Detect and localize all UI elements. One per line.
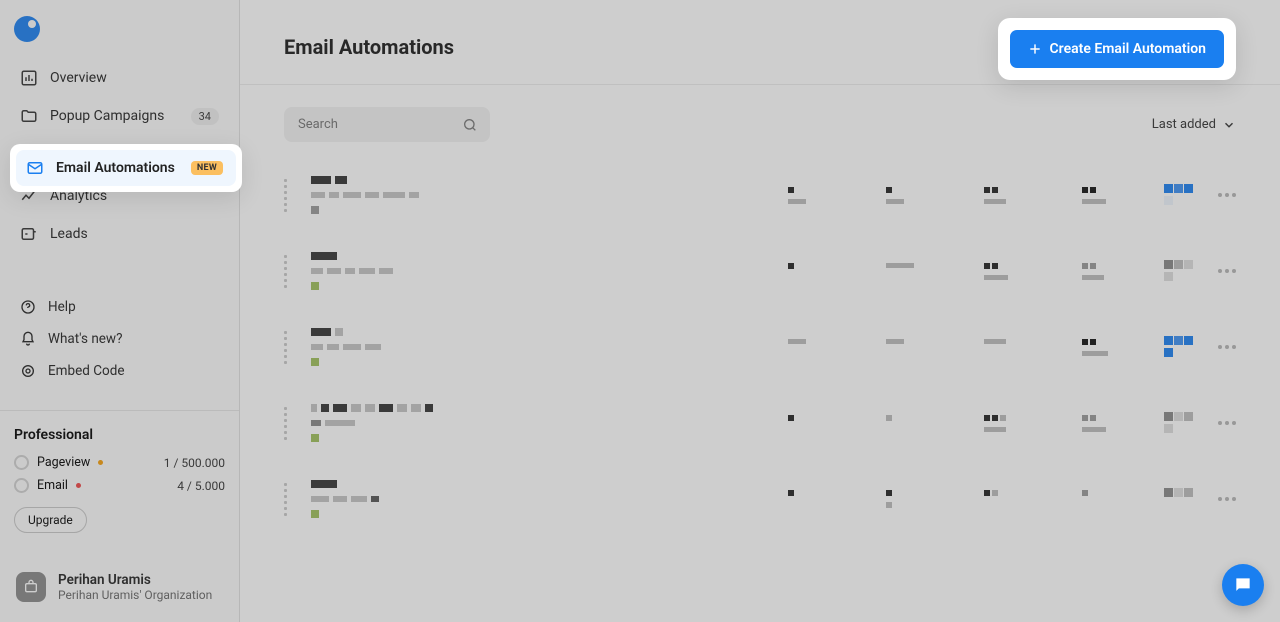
upgrade-button[interactable]: Upgrade xyxy=(14,507,87,533)
search-wrap xyxy=(284,107,490,142)
row-main xyxy=(311,176,764,214)
row-thumbnail xyxy=(1164,336,1194,358)
row-thumbnail xyxy=(1164,412,1194,434)
status-dot-icon xyxy=(76,483,81,488)
sort-label: Last added xyxy=(1152,117,1216,132)
search-input[interactable] xyxy=(284,107,490,142)
list-item[interactable] xyxy=(284,468,1236,530)
folder-icon xyxy=(20,107,38,125)
row-stats xyxy=(788,187,1140,204)
help-icon xyxy=(20,299,36,315)
plan-name: Professional xyxy=(14,427,225,443)
sidebar: Overview Popup Campaigns 34 Analytics Le… xyxy=(0,0,240,622)
create-button-label: Create Email Automation xyxy=(1050,41,1206,57)
user-name: Perihan Uramis xyxy=(58,572,212,588)
row-stats xyxy=(788,415,1140,432)
main-content: Email Automations Last added xyxy=(240,0,1280,622)
progress-circle-icon xyxy=(14,455,29,470)
sidebar-item-leads[interactable]: Leads xyxy=(10,216,229,252)
list-item[interactable] xyxy=(284,316,1236,378)
row-stats xyxy=(788,490,1140,508)
sidebar-item-email-automations[interactable]: Email Automations NEW xyxy=(16,150,236,186)
sidebar-item-help[interactable]: Help xyxy=(10,292,229,322)
plus-icon xyxy=(1028,42,1042,56)
plan-row-email: Email 4 / 5.000 xyxy=(14,478,225,493)
drag-handle-icon[interactable] xyxy=(284,331,287,364)
row-thumbnail xyxy=(1164,260,1194,282)
search-icon xyxy=(462,117,478,133)
plan-block: Professional Pageview 1 / 500.000 Email … xyxy=(0,427,239,533)
sort-dropdown[interactable]: Last added xyxy=(1152,117,1236,132)
user-org: Perihan Uramis' Organization xyxy=(58,588,212,602)
highlight-email-automations: Email Automations NEW xyxy=(10,144,242,192)
drag-handle-icon[interactable] xyxy=(284,179,287,212)
sidebar-item-embed-code[interactable]: Embed Code xyxy=(10,356,229,386)
sidebar-item-overview[interactable]: Overview xyxy=(10,60,229,96)
row-main xyxy=(311,328,764,366)
divider xyxy=(0,410,239,411)
target-icon xyxy=(20,363,36,379)
row-menu-icon[interactable] xyxy=(1218,421,1236,425)
highlight-create-button: Create Email Automation xyxy=(998,18,1236,80)
count-badge: 34 xyxy=(191,108,219,125)
row-thumbnail xyxy=(1164,488,1194,510)
row-menu-icon[interactable] xyxy=(1218,345,1236,349)
drag-handle-icon[interactable] xyxy=(284,255,287,288)
plan-row-count: 1 / 500.000 xyxy=(164,456,225,470)
avatar xyxy=(16,572,46,602)
automation-list xyxy=(240,154,1280,540)
bell-icon xyxy=(20,331,36,347)
chat-widget-button[interactable] xyxy=(1222,564,1264,606)
row-stats xyxy=(788,339,1140,356)
list-item[interactable] xyxy=(284,240,1236,302)
drag-handle-icon[interactable] xyxy=(284,483,287,516)
app-logo[interactable] xyxy=(14,16,40,42)
list-item[interactable] xyxy=(284,164,1236,226)
mail-icon xyxy=(26,159,44,177)
list-item[interactable] xyxy=(284,392,1236,454)
drag-handle-icon[interactable] xyxy=(284,407,287,440)
row-menu-icon[interactable] xyxy=(1218,269,1236,273)
overview-icon xyxy=(20,69,38,87)
plan-row-label: Email xyxy=(37,478,68,493)
row-menu-icon[interactable] xyxy=(1218,497,1236,501)
row-main xyxy=(311,252,764,290)
plan-row-pageview: Pageview 1 / 500.000 xyxy=(14,455,225,470)
chevron-down-icon xyxy=(1222,118,1236,132)
plan-row-label: Pageview xyxy=(37,455,90,470)
leads-icon xyxy=(20,225,38,243)
new-badge: NEW xyxy=(191,161,223,175)
row-main xyxy=(311,404,764,442)
plan-row-count: 4 / 5.000 xyxy=(177,479,225,493)
sidebar-item-label: Leads xyxy=(50,226,88,242)
sidebar-item-label: Email Automations xyxy=(56,160,175,176)
sidebar-item-popup-campaigns[interactable]: Popup Campaigns 34 xyxy=(10,98,229,134)
logo-wrap xyxy=(0,0,239,52)
page-title: Email Automations xyxy=(284,35,454,59)
secondary-nav: Help What's new? Embed Code xyxy=(0,292,239,386)
progress-circle-icon xyxy=(14,478,29,493)
sidebar-item-label: What's new? xyxy=(48,331,122,347)
create-email-automation-button[interactable]: Create Email Automation xyxy=(1010,30,1224,68)
row-thumbnail xyxy=(1164,184,1194,206)
user-info: Perihan Uramis Perihan Uramis' Organizat… xyxy=(58,572,212,602)
toolbar: Last added xyxy=(240,85,1280,154)
status-dot-icon xyxy=(98,460,103,465)
sidebar-item-label: Popup Campaigns xyxy=(50,108,164,124)
sidebar-item-label: Overview xyxy=(50,70,107,86)
sidebar-item-label: Help xyxy=(48,299,76,315)
row-menu-icon[interactable] xyxy=(1218,193,1236,197)
sidebar-item-whats-new[interactable]: What's new? xyxy=(10,324,229,354)
row-stats xyxy=(788,263,1140,280)
row-main xyxy=(311,480,764,518)
sidebar-item-label: Embed Code xyxy=(48,363,124,379)
user-block[interactable]: Perihan Uramis Perihan Uramis' Organizat… xyxy=(0,558,239,622)
